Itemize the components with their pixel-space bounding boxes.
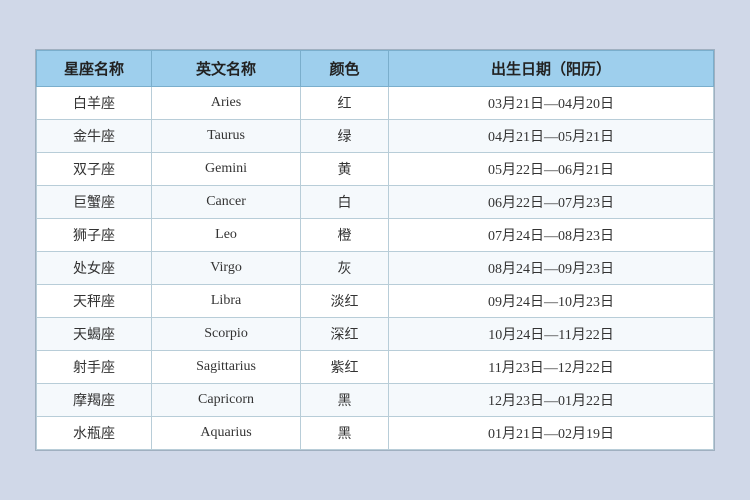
cell-color: 绿 — [301, 120, 389, 153]
table-body: 白羊座Aries红03月21日—04月20日金牛座Taurus绿04月21日—0… — [37, 87, 714, 450]
table-row: 双子座Gemini黄05月22日—06月21日 — [37, 153, 714, 186]
cell-chinese: 金牛座 — [37, 120, 152, 153]
cell-date: 07月24日—08月23日 — [389, 219, 714, 252]
zodiac-table: 星座名称 英文名称 颜色 出生日期（阳历） 白羊座Aries红03月21日—04… — [36, 50, 714, 450]
cell-english: Cancer — [152, 186, 301, 219]
cell-english: Aquarius — [152, 417, 301, 450]
cell-date: 01月21日—02月19日 — [389, 417, 714, 450]
cell-chinese: 水瓶座 — [37, 417, 152, 450]
zodiac-table-container: 星座名称 英文名称 颜色 出生日期（阳历） 白羊座Aries红03月21日—04… — [35, 49, 715, 451]
table-row: 天秤座Libra淡红09月24日—10月23日 — [37, 285, 714, 318]
cell-date: 05月22日—06月21日 — [389, 153, 714, 186]
cell-color: 紫红 — [301, 351, 389, 384]
cell-date: 04月21日—05月21日 — [389, 120, 714, 153]
cell-chinese: 天秤座 — [37, 285, 152, 318]
header-chinese: 星座名称 — [37, 51, 152, 87]
cell-date: 08月24日—09月23日 — [389, 252, 714, 285]
cell-english: Sagittarius — [152, 351, 301, 384]
header-date: 出生日期（阳历） — [389, 51, 714, 87]
cell-date: 11月23日—12月22日 — [389, 351, 714, 384]
cell-chinese: 狮子座 — [37, 219, 152, 252]
cell-color: 淡红 — [301, 285, 389, 318]
cell-date: 06月22日—07月23日 — [389, 186, 714, 219]
cell-english: Leo — [152, 219, 301, 252]
table-row: 狮子座Leo橙07月24日—08月23日 — [37, 219, 714, 252]
table-row: 射手座Sagittarius紫红11月23日—12月22日 — [37, 351, 714, 384]
cell-chinese: 天蝎座 — [37, 318, 152, 351]
cell-color: 灰 — [301, 252, 389, 285]
table-row: 水瓶座Aquarius黑01月21日—02月19日 — [37, 417, 714, 450]
table-row: 摩羯座Capricorn黑12月23日—01月22日 — [37, 384, 714, 417]
cell-color: 橙 — [301, 219, 389, 252]
cell-chinese: 巨蟹座 — [37, 186, 152, 219]
table-row: 巨蟹座Cancer白06月22日—07月23日 — [37, 186, 714, 219]
cell-color: 深红 — [301, 318, 389, 351]
header-color: 颜色 — [301, 51, 389, 87]
cell-color: 黄 — [301, 153, 389, 186]
cell-chinese: 射手座 — [37, 351, 152, 384]
cell-chinese: 摩羯座 — [37, 384, 152, 417]
cell-english: Virgo — [152, 252, 301, 285]
table-row: 白羊座Aries红03月21日—04月20日 — [37, 87, 714, 120]
cell-date: 09月24日—10月23日 — [389, 285, 714, 318]
cell-english: Libra — [152, 285, 301, 318]
cell-color: 黑 — [301, 417, 389, 450]
cell-color: 红 — [301, 87, 389, 120]
table-row: 天蝎座Scorpio深红10月24日—11月22日 — [37, 318, 714, 351]
cell-date: 10月24日—11月22日 — [389, 318, 714, 351]
cell-english: Aries — [152, 87, 301, 120]
cell-date: 03月21日—04月20日 — [389, 87, 714, 120]
table-row: 处女座Virgo灰08月24日—09月23日 — [37, 252, 714, 285]
cell-chinese: 白羊座 — [37, 87, 152, 120]
cell-english: Gemini — [152, 153, 301, 186]
header-english: 英文名称 — [152, 51, 301, 87]
cell-english: Scorpio — [152, 318, 301, 351]
cell-chinese: 双子座 — [37, 153, 152, 186]
cell-chinese: 处女座 — [37, 252, 152, 285]
cell-date: 12月23日—01月22日 — [389, 384, 714, 417]
cell-english: Capricorn — [152, 384, 301, 417]
cell-color: 白 — [301, 186, 389, 219]
table-row: 金牛座Taurus绿04月21日—05月21日 — [37, 120, 714, 153]
table-header-row: 星座名称 英文名称 颜色 出生日期（阳历） — [37, 51, 714, 87]
cell-english: Taurus — [152, 120, 301, 153]
cell-color: 黑 — [301, 384, 389, 417]
